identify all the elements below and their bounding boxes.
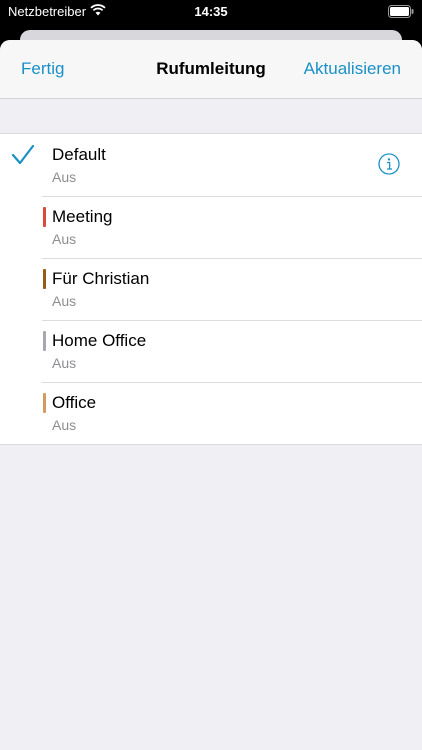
navigation-bar: Fertig Rufumleitung Aktualisieren xyxy=(0,40,422,99)
profile-status: Aus xyxy=(52,355,77,371)
profile-color-indicator xyxy=(43,331,46,351)
profile-title: Office xyxy=(52,393,97,412)
battery-icon xyxy=(388,5,414,21)
profile-title: Home Office xyxy=(52,331,147,350)
profile-row-home-office[interactable]: Home Office Aus xyxy=(0,320,422,382)
status-bar: Netzbetreiber 14:35 xyxy=(0,0,422,24)
checkmark-icon xyxy=(11,144,35,171)
refresh-button[interactable]: Aktualisieren xyxy=(304,59,401,79)
profile-status: Aus xyxy=(52,169,77,185)
info-icon[interactable] xyxy=(378,153,400,180)
modal-sheet: Fertig Rufumleitung Aktualisieren Defaul… xyxy=(0,40,422,750)
profile-status: Aus xyxy=(52,231,77,247)
profile-color-indicator xyxy=(43,393,46,413)
profile-title: Meeting xyxy=(52,207,113,226)
profile-title: Für Christian xyxy=(52,269,150,288)
profile-status: Aus xyxy=(52,417,77,433)
forwarding-profile-list: Default Aus Meeting Aus Für Christian Au… xyxy=(0,133,422,445)
profile-title: Default xyxy=(52,145,106,164)
status-time: 14:35 xyxy=(194,4,228,19)
profile-row-meeting[interactable]: Meeting Aus xyxy=(0,196,422,258)
profile-row-default[interactable]: Default Aus xyxy=(0,134,422,196)
profile-color-indicator xyxy=(43,269,46,289)
profile-status: Aus xyxy=(52,293,77,309)
profile-row-office[interactable]: Office Aus xyxy=(0,382,422,444)
profile-row-fuer-christian[interactable]: Für Christian Aus xyxy=(0,258,422,320)
profile-color-indicator xyxy=(43,207,46,227)
